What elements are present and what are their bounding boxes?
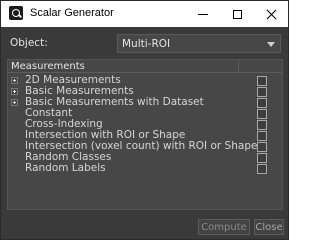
expand-icon[interactable] xyxy=(11,88,18,95)
item-checkbox[interactable] xyxy=(257,164,267,174)
measurements-header-label: Measurements xyxy=(11,61,85,72)
object-label: Object: xyxy=(10,37,48,49)
compute-button[interactable]: Compute xyxy=(198,219,250,235)
item-checkbox[interactable] xyxy=(257,98,267,108)
minimize-icon xyxy=(198,13,208,15)
title-bar[interactable]: Scalar Generator xyxy=(1,1,288,27)
item-checkbox[interactable] xyxy=(257,76,267,86)
item-checkbox[interactable] xyxy=(257,142,267,152)
minimize-button[interactable] xyxy=(186,1,220,27)
close-window-button[interactable] xyxy=(254,1,288,27)
header-column-divider[interactable] xyxy=(238,60,239,72)
expand-icon[interactable] xyxy=(11,99,18,106)
object-select[interactable]: Multi-ROI xyxy=(117,34,281,53)
object-select-value: Multi-ROI xyxy=(122,38,171,50)
close-button[interactable]: Close xyxy=(254,219,284,235)
app-icon xyxy=(9,6,23,20)
list-item-random-labels[interactable]: Random Labels xyxy=(8,162,282,174)
maximize-button[interactable] xyxy=(220,1,254,27)
scalar-generator-window: Scalar Generator Object: Multi-ROI Measu… xyxy=(0,0,289,240)
item-checkbox[interactable] xyxy=(257,87,267,97)
item-checkbox[interactable] xyxy=(257,120,267,130)
expand-icon[interactable] xyxy=(11,77,18,84)
list-item-label: Random Labels xyxy=(25,162,106,174)
item-checkbox[interactable] xyxy=(257,153,267,163)
close-icon xyxy=(266,9,277,20)
maximize-icon xyxy=(232,9,242,19)
item-checkbox[interactable] xyxy=(257,131,267,141)
item-checkbox[interactable] xyxy=(257,109,267,119)
measurements-panel: Measurements 2D Measurements Basic Measu… xyxy=(7,59,283,210)
dropdown-arrow-icon xyxy=(267,42,275,47)
window-title: Scalar Generator xyxy=(30,7,114,19)
measurements-header[interactable]: Measurements xyxy=(8,60,282,73)
